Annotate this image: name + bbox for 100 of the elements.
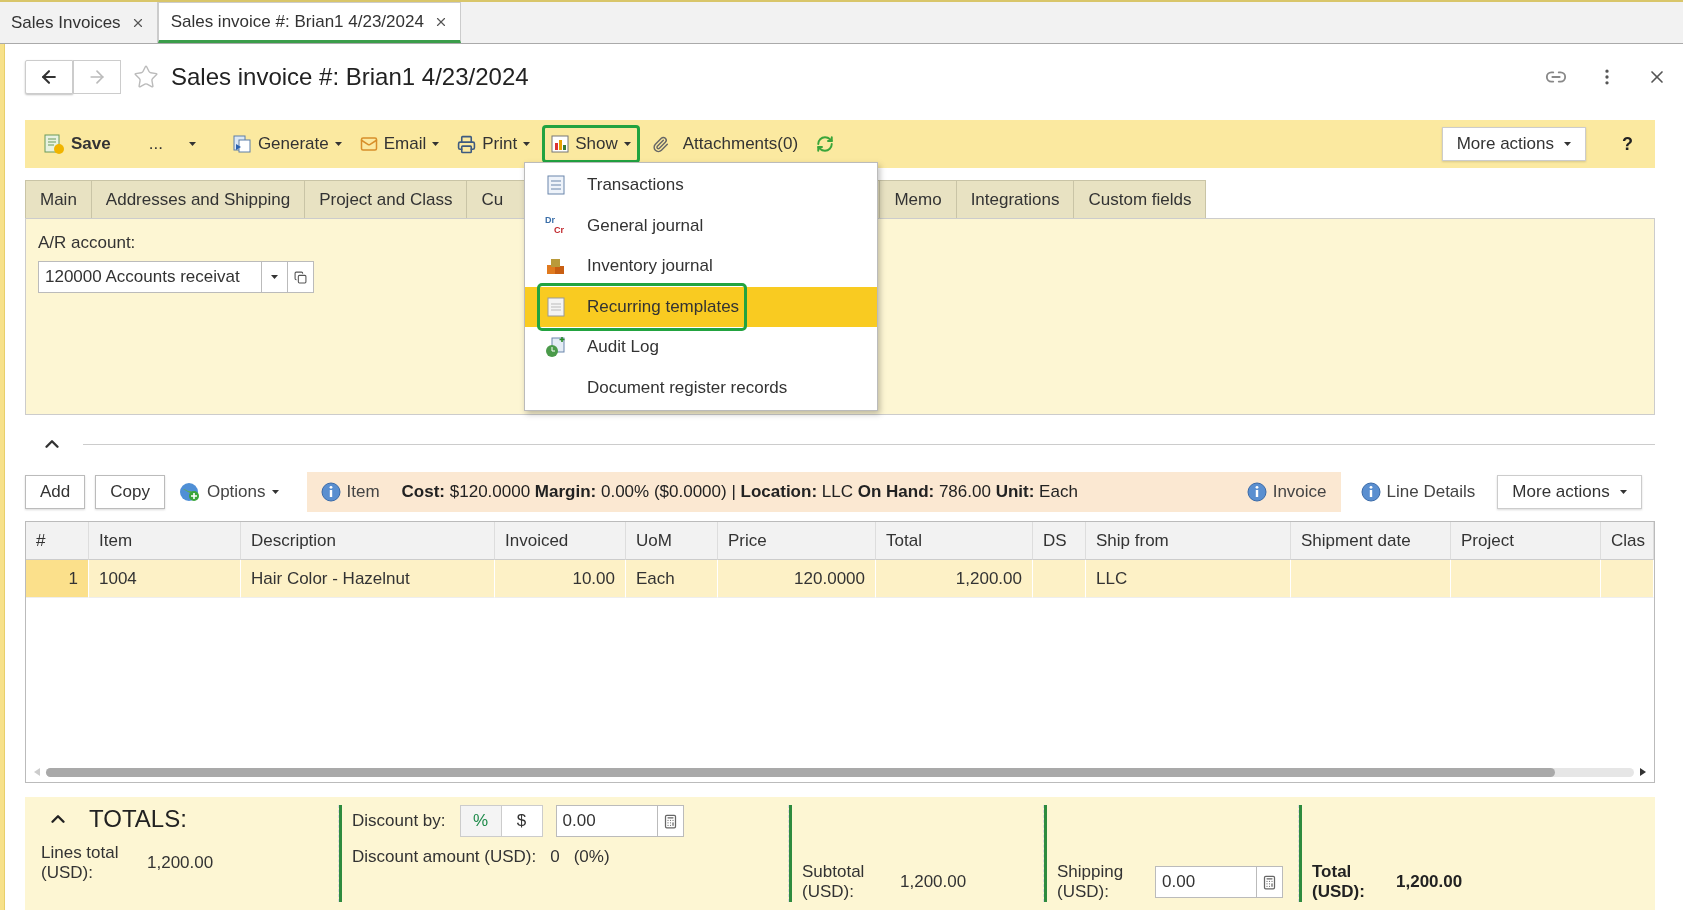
discount-percent-value: (0%) xyxy=(573,847,610,867)
field-label: Discount amount (USD): xyxy=(352,847,537,867)
more-actions-button[interactable]: More actions xyxy=(1441,127,1586,161)
caret-icon xyxy=(1564,142,1571,146)
table-cell: 10.00 xyxy=(495,560,626,598)
debit-credit-icon: Dr Cr xyxy=(545,214,567,237)
form-tab[interactable]: Memo xyxy=(879,180,957,218)
column-header[interactable]: DS xyxy=(1033,522,1086,560)
subtotal-value: 1,200.00 xyxy=(900,872,967,892)
form-tab[interactable]: Project and Class xyxy=(304,180,468,218)
info-icon xyxy=(1360,482,1381,502)
table-cell: Hair Color - Hazelnut xyxy=(241,560,495,598)
line-details-button[interactable]: Line Details xyxy=(1356,482,1480,502)
attachments-button[interactable]: Attachments(0) xyxy=(645,125,805,163)
tab-label: Sales invoice #: Brian1 4/23/2024 xyxy=(170,11,424,32)
caret-icon xyxy=(432,142,440,146)
email-icon xyxy=(359,135,378,153)
form-tab[interactable]: Main xyxy=(25,180,92,218)
document-list-icon xyxy=(547,175,565,196)
ar-account-field[interactable]: 120000 Accounts receivat xyxy=(38,261,262,293)
caret-icon xyxy=(334,142,342,146)
open-button[interactable] xyxy=(288,261,314,293)
table-cell: 1 xyxy=(26,560,89,598)
column-header[interactable]: # xyxy=(26,522,89,560)
menu-item[interactable]: Audit Log xyxy=(525,327,877,368)
field-label: Subtotal (USD): xyxy=(802,862,866,902)
save-icon xyxy=(43,133,65,155)
table-cell xyxy=(1033,560,1086,598)
caret-icon xyxy=(623,142,631,146)
caret-icon xyxy=(188,142,196,146)
caret-icon xyxy=(271,490,279,494)
more-button[interactable]: ... xyxy=(142,125,202,163)
generate-button[interactable]: Generate xyxy=(225,125,348,163)
field-label: Shipping (USD): xyxy=(1057,862,1125,902)
item-info-button[interactable]: Item xyxy=(316,482,384,502)
audit-log-icon xyxy=(545,336,567,359)
discount-mode-toggle[interactable]: $ xyxy=(500,805,543,837)
more-actions-button[interactable]: More actions xyxy=(1497,475,1642,509)
calculator-icon[interactable] xyxy=(662,813,678,829)
scroll-right-icon[interactable] xyxy=(1640,768,1646,776)
table-cell: 1004 xyxy=(89,560,241,598)
invoice-info-button[interactable]: Invoice xyxy=(1242,482,1331,502)
item-summary: Cost: $120.0000 Margin: 0.00% ($0.0000) | Location: LLC On Hand: 786.00 Unit: Each xyxy=(401,482,1079,502)
window-tab[interactable]: Sales invoice #: Brian1 4/23/2024 xyxy=(157,2,461,43)
form-tab[interactable]: Addresses and Shipping xyxy=(90,180,306,218)
refresh-icon xyxy=(816,135,835,153)
discount-field[interactable]: 0.00 xyxy=(555,805,658,837)
discount-mode-toggle[interactable]: % xyxy=(459,805,502,837)
window-tab[interactable]: Sales Invoices xyxy=(0,2,158,43)
table-cell: LLC xyxy=(1086,560,1291,598)
table-cell: 120.0000 xyxy=(718,560,876,598)
calculator-icon[interactable] xyxy=(1262,874,1277,890)
document-icon xyxy=(547,296,565,317)
menu-item[interactable]: Dr Cr General journal xyxy=(525,205,877,246)
boxes-icon xyxy=(546,257,566,276)
column-header[interactable]: Project xyxy=(1451,522,1601,560)
shipping-field[interactable]: 0.00 xyxy=(1155,866,1257,898)
menu-item[interactable]: Transactions xyxy=(525,165,877,206)
column-header[interactable]: Ship from xyxy=(1086,522,1291,560)
total-value: 1,200.00 xyxy=(1396,872,1463,892)
menu-item[interactable]: Document register records xyxy=(525,367,877,408)
column-header[interactable]: Price xyxy=(718,522,876,560)
table-cell xyxy=(1601,560,1654,598)
lines-total-value: 1,200.00 xyxy=(147,853,214,873)
field-label: Total (USD): xyxy=(1312,862,1366,902)
column-header[interactable]: UoM xyxy=(626,522,718,560)
caret-icon xyxy=(1619,490,1627,494)
info-icon xyxy=(320,482,341,502)
info-icon xyxy=(1246,482,1267,502)
back-button[interactable] xyxy=(25,60,73,94)
caret-icon xyxy=(523,142,531,146)
column-header[interactable]: Total xyxy=(876,522,1033,560)
column-header[interactable]: Clas xyxy=(1601,522,1654,560)
form-tab[interactable]: Custom fields xyxy=(1073,180,1207,218)
help-button[interactable]: ? xyxy=(1622,133,1633,155)
discount-amount-value: 0 xyxy=(550,847,560,867)
field-label: Lines total (USD): xyxy=(41,843,120,883)
column-header[interactable]: Invoiced xyxy=(495,522,626,560)
paperclip-icon xyxy=(651,135,669,153)
options-button[interactable]: Options xyxy=(174,481,283,503)
caret-icon xyxy=(271,275,278,279)
form-tab[interactable]: Integrations xyxy=(955,180,1075,218)
column-header[interactable]: Description xyxy=(241,522,495,560)
chart-icon xyxy=(551,135,570,153)
star-icon[interactable] xyxy=(133,64,159,90)
email-button[interactable]: Email xyxy=(353,125,446,163)
print-button[interactable]: Print xyxy=(451,125,537,163)
column-header[interactable]: Item xyxy=(89,522,241,560)
printer-icon xyxy=(457,134,477,154)
add-button[interactable]: Add xyxy=(25,475,86,509)
menu-item[interactable]: Inventory journal xyxy=(525,246,877,287)
table-cell: 1,200.00 xyxy=(876,560,1033,598)
globe-plus-icon xyxy=(178,481,201,503)
table-cell: Each xyxy=(626,560,718,598)
save-button[interactable]: Save xyxy=(37,125,117,163)
copy-button[interactable]: Copy xyxy=(95,475,165,509)
scrollbar[interactable] xyxy=(46,767,1634,777)
copy-icon xyxy=(294,270,307,284)
field-label: A/R account: xyxy=(38,233,137,253)
column-header[interactable]: Shipment date xyxy=(1291,522,1451,560)
